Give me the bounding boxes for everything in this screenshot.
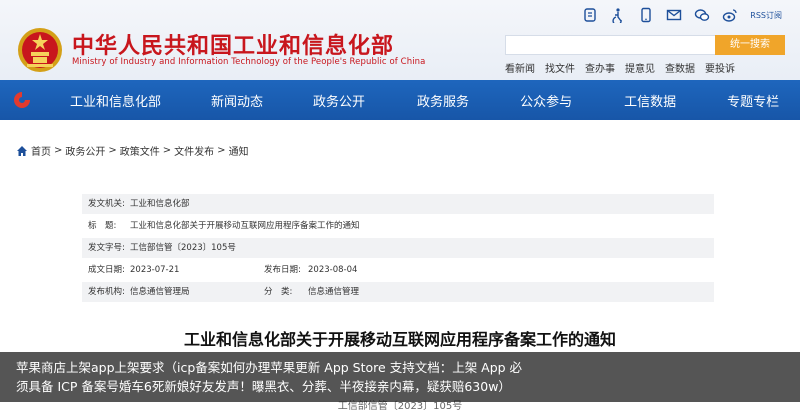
quick-link-news[interactable]: 看新闻 [505, 60, 535, 75]
overlay-caption-line-2: 须具备 ICP 备案号婚车6死新娘好友发声！曝黑衣、分葬、半夜接亲内幕，疑获赔6… [16, 379, 511, 394]
meta-doc-no-label: 发文字号: [88, 243, 125, 253]
breadcrumb-policy-files[interactable]: 政策文件 [120, 143, 160, 158]
nav-item-participation[interactable]: 公众参与 [520, 91, 572, 110]
nav-items: 工业和信息化部 新闻动态 政务公开 政务服务 公众参与 工信数据 专题专栏 [70, 80, 779, 120]
search-button[interactable]: 统一搜索 [715, 35, 785, 55]
breadcrumb-gov-affairs[interactable]: 政务公开 [65, 143, 105, 158]
nav-item-news[interactable]: 新闻动态 [211, 91, 263, 110]
mobile-icon[interactable] [638, 7, 654, 23]
meta-publisher-value: 信息通信管理局 [130, 287, 190, 297]
rss-subscribe-link[interactable]: RSS订阅 [750, 10, 782, 21]
nav-item-ministry[interactable]: 工业和信息化部 [70, 91, 161, 110]
quick-link-feedback[interactable]: 提意见 [625, 60, 655, 75]
document-title: 工业和信息化部关于开展移动互联网应用程序备案工作的通知 [183, 330, 616, 349]
breadcrumb-notice[interactable]: 通知 [229, 143, 249, 158]
meta-row-issuer: 发文机关: 工业和信息化部 [82, 194, 714, 214]
quick-link-data[interactable]: 查数据 [665, 60, 695, 75]
breadcrumb: 首页 > 政务公开 > 政策文件 > 文件发布 > 通知 [16, 143, 249, 158]
meta-created-value: 2023-07-21 [130, 265, 180, 275]
meta-published-value: 2023-08-04 [308, 265, 358, 275]
meta-row-dates: 成文日期: 2023-07-21 发布日期: 2023-08-04 [82, 260, 714, 280]
overlay-caption-line-1: 苹果商店上架app上架要求（icp备案如何办理苹果更新 App Store 支持… [16, 360, 523, 375]
quick-links: 看新闻 找文件 查办事 提意见 查数据 要投诉 [505, 60, 735, 75]
meta-row-publisher: 发布机构: 信息通信管理局 分 类: 信息通信管理 [82, 282, 714, 302]
nav-item-data[interactable]: 工信数据 [624, 91, 676, 110]
breadcrumb-separator: > [108, 145, 117, 156]
rss-label: RSS订阅 [750, 10, 782, 20]
meta-published-label: 发布日期: [264, 265, 301, 275]
breadcrumb-separator: > [162, 145, 172, 156]
wechat-icon[interactable] [694, 7, 710, 23]
breadcrumb-file-release[interactable]: 文件发布 [174, 143, 214, 158]
utility-toolbar: RSS订阅 [582, 6, 782, 24]
breadcrumb-separator: > [54, 145, 63, 156]
meta-title-value: 工业和信息化部关于开展移动互联网应用程序备案工作的通知 [130, 221, 360, 231]
meta-category-value: 信息通信管理 [308, 287, 360, 297]
accessibility-icon[interactable] [610, 7, 626, 23]
meta-title-label: 标 题: [88, 221, 117, 231]
meta-doc-no-value: 工信部信管〔2023〕105号 [130, 243, 236, 253]
home-icon [16, 145, 28, 157]
main-nav: 工业和信息化部 新闻动态 政务公开 政务服务 公众参与 工信数据 专题专栏 [0, 80, 800, 120]
meta-issuer-label: 发文机关: [88, 199, 125, 209]
site-subtitle: Ministry of Industry and Information Tec… [72, 57, 426, 67]
weibo-mini-icon[interactable] [582, 7, 598, 23]
meta-created-label: 成文日期: [88, 265, 125, 275]
breadcrumb-separator: > [217, 145, 226, 156]
weibo-icon[interactable] [722, 7, 738, 23]
overlay-caption: 苹果商店上架app上架要求（icp备案如何办理苹果更新 App Store 支持… [0, 352, 800, 402]
nav-item-gov-services[interactable]: 政务服务 [417, 91, 469, 110]
nav-home-icon[interactable] [12, 90, 32, 110]
quick-link-files[interactable]: 找文件 [545, 60, 575, 75]
nav-item-gov-affairs[interactable]: 政务公开 [313, 91, 365, 110]
quick-link-complaint[interactable]: 要投诉 [705, 60, 735, 75]
mail-icon[interactable] [666, 7, 682, 23]
national-emblem-logo[interactable] [16, 26, 64, 74]
meta-issuer-value: 工业和信息化部 [130, 199, 190, 209]
document-meta-table: 发文机关: 工业和信息化部 标 题: 工业和信息化部关于开展移动互联网应用程序备… [82, 194, 714, 304]
meta-publisher-label: 发布机构: [88, 287, 125, 297]
meta-category-label: 分 类: [264, 287, 293, 297]
meta-row-title: 标 题: 工业和信息化部关于开展移动互联网应用程序备案工作的通知 [82, 216, 714, 236]
quick-link-services[interactable]: 查办事 [585, 60, 615, 75]
site-title[interactable]: 中华人民共和国工业和信息化部 [72, 28, 394, 60]
site-header: 中华人民共和国工业和信息化部 Ministry of Industry and … [0, 0, 800, 80]
meta-row-doc-no: 发文字号: 工信部信管〔2023〕105号 [82, 238, 714, 258]
search-input[interactable] [505, 35, 715, 55]
nav-item-topics[interactable]: 专题专栏 [727, 91, 779, 110]
breadcrumb-home[interactable]: 首页 [31, 143, 51, 158]
